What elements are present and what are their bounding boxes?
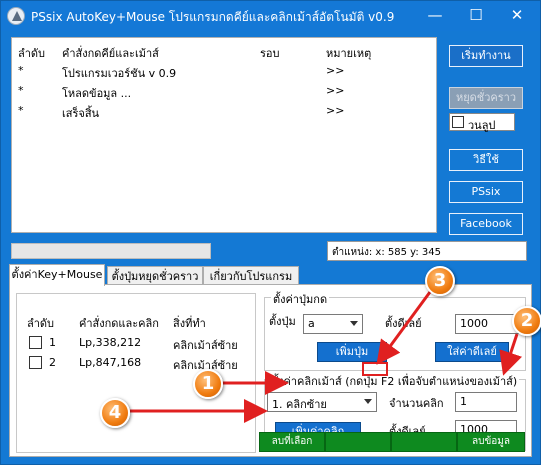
log-header-note: หมายเหตุ [326,47,372,60]
log-cell-note: >> [326,104,345,117]
actions-header-order: ลำดับ [27,317,55,330]
f2-highlight-box [362,362,388,376]
progress-bar [11,243,211,259]
log-header: ลำดับ คำสั่งกดคีย์และเม้าส์ รอบ หมายเหตุ [12,42,436,60]
log-cell-note: >> [326,64,345,77]
delete-selected-button[interactable]: ลบที่เลือก [259,432,325,452]
key-delay-input[interactable]: 1000 [455,314,519,334]
add-key-button[interactable]: เพิ่มปุ่ม [317,342,387,362]
actions-header-action: สิ่งที่ทำ [173,317,206,330]
mouse-position-status: ตำแหน่ง: x: 585 y: 345 [327,241,527,261]
action-row-checkbox[interactable] [29,336,42,349]
action-row-command: Lp,847,168 [79,356,142,369]
click-type-value: 1. คลิกซ้าย [272,398,327,411]
key-select[interactable]: a [303,314,363,334]
annotation-badge-3: 3 [425,266,455,296]
log-cell-note: >> [326,84,345,97]
click-count-label: จำนวนคลิก [389,397,444,410]
log-cell-command: เสร็จสิ้น [62,107,100,120]
key-group-title: ตั้งค่าปุ่มกด [271,290,330,308]
loop-checkbox[interactable] [452,116,464,128]
start-button[interactable]: เริ่มทำงาน [449,45,523,67]
title-bar: PSsix AutoKey+Mouse โปรแกรมกดคีย์และคลิก… [1,1,540,31]
bottom-button-2[interactable] [325,432,391,452]
tab-about[interactable]: เกี่ยวกับโปรแกรม [203,266,299,286]
log-cell-command: โหลดข้อมูล ... [62,87,132,100]
action-row-command: Lp,338,212 [79,336,142,349]
action-row-number: 2 [49,356,56,369]
loop-checkbox-container[interactable]: วนลูป [449,113,515,132]
key-delay-label: ตั้งดีเลย์ [385,317,422,330]
minimize-button[interactable]: — [415,1,455,31]
log-header-command: คำสั่งกดคีย์และเม้าส์ [62,47,159,60]
tab-key-mouse[interactable]: ตั้งค่าKey+Mouse [9,264,105,286]
main-panel: ลำดับ คำสั่งกดคีย์และเม้าส์ รอบ หมายเหตุ… [5,31,536,462]
set-delay-button[interactable]: ใส่ค่าดีเลย์ [435,342,509,362]
annotation-badge-1: 1 [193,369,223,399]
action-row-checkbox[interactable] [29,356,42,369]
action-row-number: 1 [49,336,56,349]
pause-button[interactable]: หยุดชั่วคราว [449,87,523,109]
log-header-rounds: รอบ [260,47,280,60]
tab-pause-key[interactable]: ตั้งปุ่มหยุดชั่วคราว [107,266,203,286]
loop-label: วนลูป [468,119,496,132]
app-logo-icon [7,7,25,25]
click-count-input[interactable]: 1 [455,392,517,412]
maximize-button[interactable]: ☐ [456,1,496,31]
log-row[interactable]: * โหลดข้อมูล ... >> [12,82,436,100]
window-title: PSsix AutoKey+Mouse โปรแกรมกดคีย์และคลิก… [31,10,395,24]
log-cell-command: โปรแกรมเวอร์ชัน v 0.9 [62,67,177,80]
log-row[interactable]: * เสร็จสิ้น >> [12,102,436,120]
chevron-down-icon [350,321,358,326]
action-row-what: คลิกเม้าส์ซ้าย [173,339,238,352]
key-settings-group: ตั้งค่าปุ่มกด ตั้งปุ่ม a ตั้งดีเลย์ 1000… [264,290,526,371]
log-cell-order: * [18,84,24,97]
key-label: ตั้งปุ่ม [269,315,296,328]
pssix-button[interactable]: PSsix [449,181,523,203]
log-row[interactable]: * โปรแกรมเวอร์ชัน v 0.9 >> [12,62,436,80]
annotation-badge-4: 4 [100,398,130,428]
key-select-value: a [308,317,315,330]
mouse-group-title: ตั้งค่าคลิกเม้าส์ (กดปุ่ม F2 เพื่อจับตำแ… [269,372,520,390]
log-list[interactable]: ลำดับ คำสั่งกดคีย์และเม้าส์ รอบ หมายเหตุ… [11,37,437,233]
delete-all-button[interactable]: ลบข้อมูล [457,432,525,452]
howto-button[interactable]: วิธีใช้ [449,149,523,171]
bottom-button-3[interactable] [391,432,457,452]
facebook-button[interactable]: Facebook [449,213,523,235]
actions-header-command: คำสั่งกดและคลิก [79,317,159,330]
log-header-order: ลำดับ [18,47,46,60]
app-window: PSsix AutoKey+Mouse โปรแกรมกดคีย์และคลิก… [0,0,541,465]
close-button[interactable]: ✕ [497,1,537,31]
actions-list[interactable]: ลำดับ คำสั่งกดและคลิก สิ่งที่ทำ 1 Lp,338… [16,293,256,453]
annotation-badge-2: 2 [512,306,541,336]
log-cell-order: * [18,104,24,117]
log-cell-order: * [18,64,24,77]
chevron-down-icon [364,399,372,404]
click-type-select[interactable]: 1. คลิกซ้าย [267,392,377,412]
